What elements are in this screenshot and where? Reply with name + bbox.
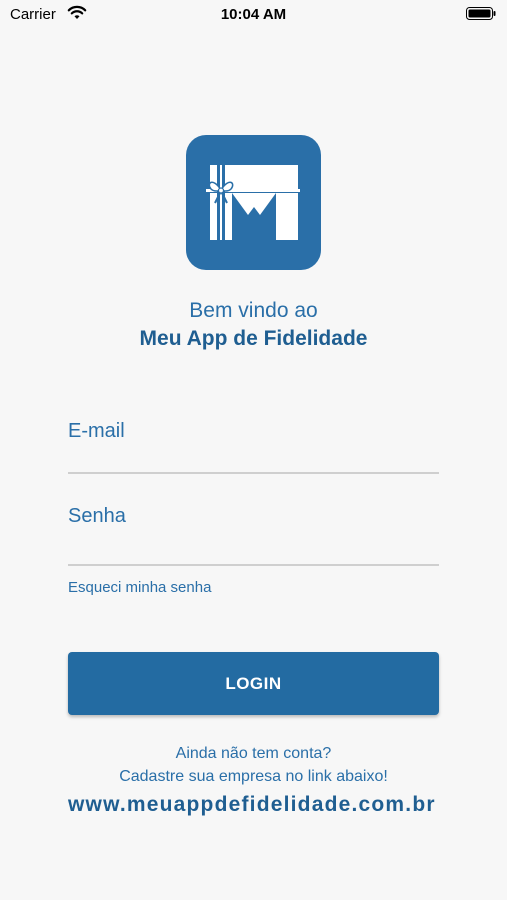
password-field[interactable]: Senha: [68, 505, 439, 566]
status-bar: Carrier 10:04 AM: [0, 0, 507, 30]
gift-m-logo: [206, 165, 300, 240]
app-name-title: Meu App de Fidelidade: [139, 327, 368, 350]
login-button[interactable]: LOGIN: [68, 652, 439, 715]
app-logo: [186, 135, 321, 270]
website-link[interactable]: www.meuappdefidelidade.com.br: [68, 792, 440, 818]
signup-question: Ainda não tem conta?: [175, 745, 332, 762]
status-time: 10:04 AM: [220, 6, 287, 23]
welcome-text: Bem vindo ao: [189, 299, 318, 322]
password-underline: [68, 564, 439, 566]
signup-hint: Cadastre sua empresa no link abaixo!: [119, 768, 388, 785]
email-label: E-mail: [68, 420, 125, 442]
password-label: Senha: [68, 505, 126, 527]
email-underline: [68, 472, 439, 474]
forgot-password-link[interactable]: Esqueci minha senha: [68, 579, 211, 596]
battery-icon: [466, 7, 496, 20]
email-field[interactable]: E-mail: [68, 420, 439, 474]
